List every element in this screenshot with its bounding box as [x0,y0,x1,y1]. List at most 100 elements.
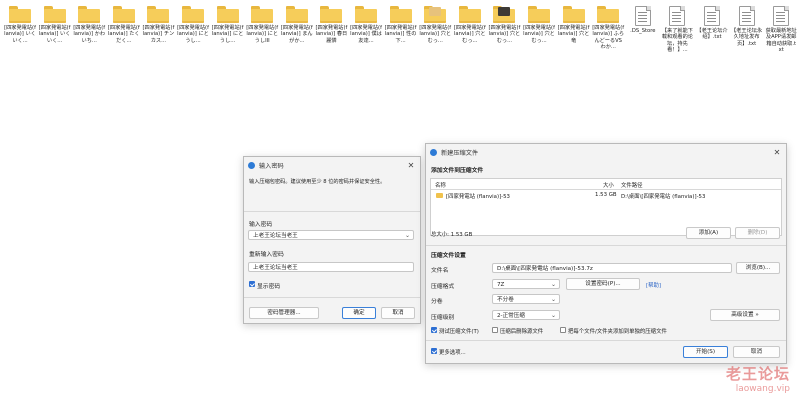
file-label: [四家発電站(flanvia)] 穴と竜 [557,25,590,44]
column-path[interactable]: 文件路径 [621,181,643,189]
folder-icon [458,6,481,23]
row-path: D:\桌面\[四家発電站 (flanvia)]-53 [621,194,706,200]
document-icon [704,6,720,26]
folder-icon [562,6,585,23]
divider [426,245,786,246]
folder-item[interactable]: [四家発電站(flanvia)] まんがか... [281,6,313,44]
chevron-down-icon: ⌄ [550,281,556,288]
file-label: [四家発電站(flanvia)] 穴とむっ... [523,25,555,44]
folder-item[interactable]: [四家発電站(flanvia)] にとうし... [212,6,244,44]
password-input[interactable]: 上老王论坛当老王 ⌄ [248,230,414,240]
more-options-label[interactable]: 更多选项... [439,348,466,356]
file-label: 【老王论坛永久地址发布页】.txt [731,28,763,47]
file-item[interactable]: 【来了就能下载和观看的论坛，持先看！】... [661,6,693,54]
volume-value: 不分卷 [497,297,514,303]
folder-icon [389,6,412,23]
cancel-button[interactable]: 取消 [381,307,415,319]
password-dialog-title: 输入密码 [259,162,284,170]
folder-icon [320,6,343,23]
divider [244,297,420,298]
chevron-down-icon[interactable]: ⌄ [405,231,410,241]
document-icon [634,6,651,26]
password-label: 输入密码 [249,222,273,228]
header-divider [431,189,781,190]
level-label: 压缩级别 [431,315,455,321]
folder-item[interactable]: [四家発電站(flanvia)] 穴と竜 [558,6,590,44]
close-icon[interactable]: ✕ [772,148,782,157]
show-password-checkbox[interactable] [249,281,255,287]
cancel-button[interactable]: 取消 [733,346,780,358]
folder-icon [147,6,170,23]
file-label: [四家発電站(flanvia)] ふらんどーるVSわか... [592,25,625,51]
test-archive-checkbox[interactable] [431,327,437,333]
password-dialog: 输入密码 ✕ 输入压缩包密码。建议使用至少 8 位的密码并保证安全性。 输入密码… [243,156,421,324]
folder-item[interactable]: [四家発電站(flanvia)] 穴とむっ... [454,6,486,44]
table-row[interactable]: [四家発電站 (flanvia)]-53 1.53 GB D:\桌面\[四家発電… [431,191,781,201]
app-icon [248,161,255,169]
file-label: [四家発電站(flanvia)] 春日麗憐 [315,25,348,44]
chevron-down-icon: ⌄ [550,312,556,319]
file-label: 获取最新地址及APP请发邮箱自动获取.txt [765,28,797,54]
level-select[interactable]: 2-正常压缩 ⌄ [492,310,560,320]
reenter-value: 上老王论坛当老王 [253,265,298,271]
ok-button[interactable]: 确定 [342,307,376,319]
folder-icon [78,6,101,23]
folder-item[interactable]: [四家発電站(flanvia)] にとうし... [177,6,209,44]
file-label: [四家発電站(flanvia)] たくだく... [107,25,140,44]
file-label: [四家発電站(flanvia)] にとうし... [177,25,209,44]
folder-item[interactable]: [四家発電站(flanvia)] ふらんどーるVSわか... [592,6,624,51]
watermark-title: 老王论坛 [725,365,790,383]
format-select[interactable]: 7Z ⌄ [492,279,560,289]
column-name[interactable]: 名称 [435,181,446,189]
filename-label: 文件名 [431,268,449,274]
file-label: [四家発電站(flanvia)] にとうしIII [246,25,279,44]
close-icon[interactable]: ✕ [406,161,416,170]
file-item[interactable]: 【老王论坛永久地址发布页】.txt [731,6,763,47]
folder-item[interactable]: [四家発電站(flanvia)] 性の下... [385,6,417,44]
help-link[interactable]: [帮助] [646,281,661,289]
total-size: 总大小: 1.53 GB [431,232,473,238]
folder-item[interactable]: [四家発電站(flanvia)] いくいく... [39,6,71,44]
volume-select[interactable]: 不分卷 ⌄ [492,294,560,304]
password-manager-button[interactable]: 密码管理器... [249,307,319,319]
folder-item[interactable]: [四家発電站(flanvia)] たくだく... [108,6,140,44]
folder-item[interactable]: [四家発電站(flanvia)] 穴とむっ... [488,6,520,44]
set-password-button[interactable]: 设置密码(P)... [566,278,640,290]
folder-item[interactable]: [四家発電站(flanvia)] かわいち... [73,6,105,44]
delete-source-checkbox[interactable] [492,327,498,333]
file-label: 【来了就能下载和观看的论坛，持先看！】... [661,28,693,54]
file-label: [四家発電站(flanvia)] かわいち... [73,25,106,44]
separate-archives-checkbox[interactable] [560,327,566,333]
row-name: [四家発電站 (flanvia)]-53 [446,194,510,200]
column-size[interactable]: 大小 [603,181,614,189]
file-label: [四家発電站(flanvia)] にとうし... [211,25,244,44]
folder-item[interactable]: [四家発電站(flanvia)] 穴とむっ... [523,6,555,44]
folder-item[interactable]: [四家発電站(flanvia)] にとうしIII [246,6,278,44]
folder-item[interactable]: [四家発電站(flanvia)] チンカス... [142,6,174,44]
add-button[interactable]: 添加(A) [686,227,731,239]
watermark-url: laowang.vip [735,384,790,394]
folder-icon [285,6,308,23]
file-item[interactable]: 【老王论坛介绍】.txt [696,6,728,41]
folder-icon [43,6,66,23]
format-value: 7Z [497,282,505,288]
reenter-password-input[interactable]: 上老王论坛当老王 [248,262,414,272]
folder-item[interactable]: [四家発電站(flanvia)] 穴とむっ... [419,6,451,44]
filename-input[interactable]: D:\桌面\[四家発電站 (flanvia)]-53.7z [492,263,732,273]
document-icon [669,6,686,26]
folder-item[interactable]: [四家発電站(flanvia)] 僕は友達... [350,6,382,44]
archive-dialog: 新建压缩文件 ✕ 添加文件到压缩文件 名称 大小 文件路径 [四家発電站 (fl… [425,143,787,364]
folder-item[interactable]: [四家発電站(flanvia)] 春日麗憐 [315,6,347,44]
delete-button[interactable]: 删除(D) [735,227,780,239]
start-button[interactable]: 开始(S) [683,346,728,358]
folder-icon [251,6,274,23]
more-options-checkbox[interactable] [431,348,437,354]
file-item[interactable]: 获取最新地址及APP请发邮箱自动获取.txt [765,6,797,54]
file-label: [四家発電站(flanvia)] 穴とむっ... [453,25,486,44]
advanced-settings-button[interactable]: 高级设置 » [710,309,780,321]
browse-button[interactable]: 浏览(B)... [736,262,780,274]
folder-item[interactable]: [四家発電站(flanvia)] いくいく... [4,6,36,44]
file-item[interactable]: .DS_Store [627,6,659,34]
file-label: [四家発電站(flanvia)] 僕は友達... [350,25,382,44]
archive-dialog-titlebar: 新建压缩文件 ✕ [426,144,786,160]
